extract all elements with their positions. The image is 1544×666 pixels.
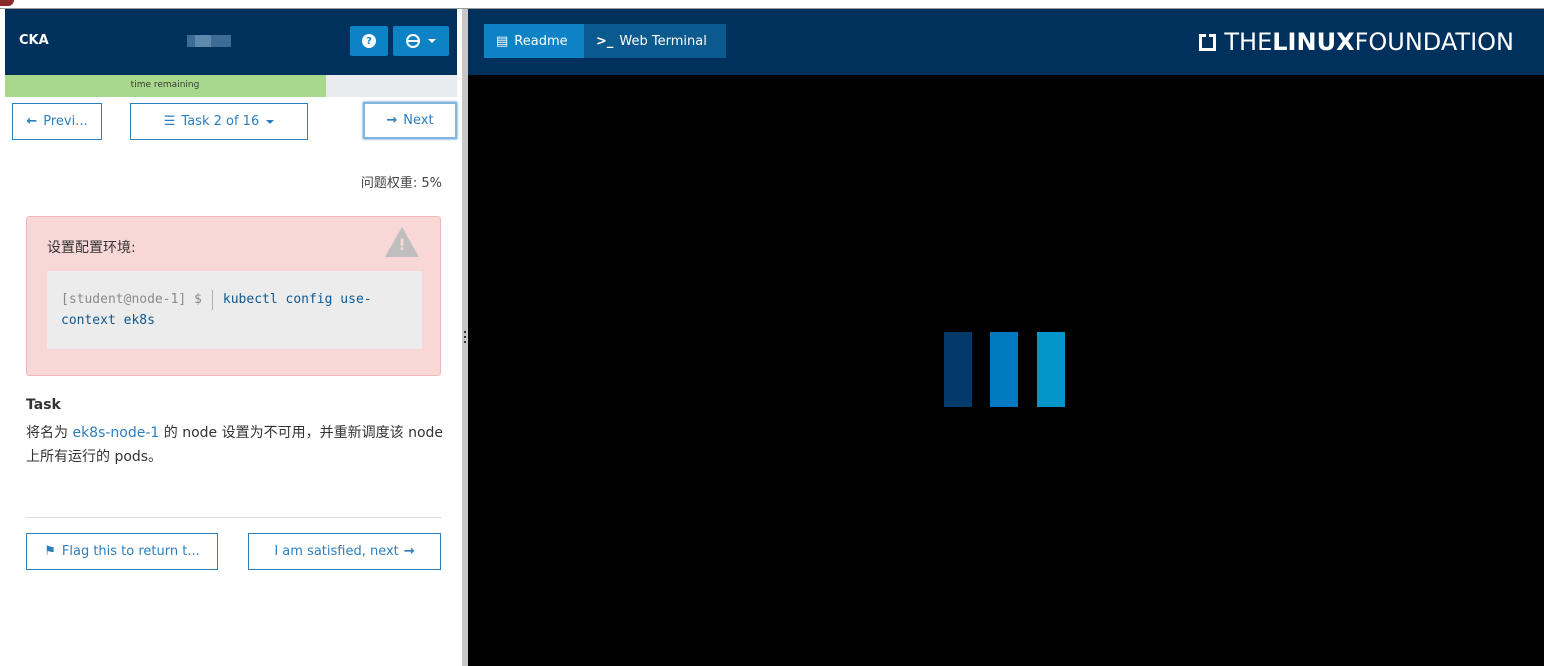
chevron-down-icon	[266, 119, 275, 124]
task-node-name: ek8s-node-1	[72, 425, 160, 441]
flag-label: Flag this to return t...	[61, 544, 200, 559]
satisfied-label: I am satisfied, next	[274, 544, 399, 559]
drag-handle-icon[interactable]	[464, 331, 466, 343]
tab-readme[interactable]: ▤ Readme	[484, 24, 584, 58]
readme-tab-label: Readme	[514, 33, 568, 49]
tab-web-terminal[interactable]: >_ Web Terminal	[584, 24, 726, 58]
task-heading: Task	[26, 397, 61, 413]
terminal-icon: >_	[596, 33, 614, 49]
browser-corner	[0, 0, 14, 6]
warning-icon-mark: !	[398, 235, 406, 254]
flag-icon: ⚑	[44, 544, 56, 559]
task-desc-prefix: 将名为	[26, 425, 68, 441]
task-description: 将名为 ek8s-node-1 的 node 设置为不可用，并重新调度该 nod…	[26, 421, 446, 469]
logo-foundation: FOUNDATION	[1354, 28, 1514, 56]
shell-prompt: [student@node-1] $	[61, 292, 202, 307]
time-remaining-label: time remaining	[130, 80, 200, 90]
terminal-header: ▤ Readme >_ Web Terminal THE LINUX FOUNDAT…	[468, 9, 1544, 75]
help-button[interactable]: ?	[350, 26, 388, 56]
globe-icon	[406, 34, 420, 48]
section-divider	[26, 517, 441, 518]
environment-alert: 设置配置环境: ! [student@node-1] $ kubectl conf…	[26, 216, 441, 376]
linux-foundation-logo: THE LINUX FOUNDATION	[1199, 28, 1514, 56]
question-panel: CKA ? time remaining ← Previ... ☰ Task 2 o…	[0, 9, 462, 666]
alert-title: 设置配置环境:	[47, 240, 136, 256]
exam-title: CKA	[19, 33, 49, 48]
arrow-left-icon: ←	[26, 114, 38, 129]
language-button[interactable]	[393, 26, 449, 56]
terminal-panel: ▤ Readme >_ Web Terminal THE LINUX FOUNDAT…	[468, 9, 1544, 666]
task-selector-dropdown[interactable]: ☰ Task 2 of 16	[130, 103, 308, 140]
task-selector-label: Task 2 of 16	[181, 114, 260, 129]
terminal-tab-label: Web Terminal	[619, 33, 707, 49]
previous-label: Previ...	[43, 114, 88, 129]
time-remaining-bar: time remaining	[5, 75, 457, 97]
loading-bar-3	[1037, 332, 1065, 407]
next-label: Next	[403, 113, 434, 128]
arrow-right-icon: →	[386, 113, 398, 128]
logo-linux: LINUX	[1272, 28, 1355, 56]
next-task-button[interactable]: → Next	[363, 102, 457, 139]
prompt-separator	[211, 289, 213, 310]
arrow-right-icon: →	[403, 544, 415, 559]
question-weight: 问题权重: 5%	[360, 176, 442, 191]
logo-mark-icon	[1199, 33, 1217, 51]
question-circle-icon: ?	[362, 34, 376, 48]
book-icon: ▤	[496, 33, 509, 49]
previous-task-button[interactable]: ← Previ...	[12, 103, 102, 140]
loading-bar-1	[944, 332, 972, 407]
command-block[interactable]: [student@node-1] $ kubectl config use-con…	[47, 271, 422, 349]
flag-task-button[interactable]: ⚑ Flag this to return t...	[26, 533, 218, 570]
loading-bar-2	[990, 332, 1018, 407]
user-name-redacted-shade	[195, 35, 211, 47]
satisfied-next-button[interactable]: I am satisfied, next →	[248, 533, 441, 570]
logo-the: THE	[1224, 28, 1273, 56]
chevron-down-icon	[428, 39, 436, 43]
browser-top-strip	[0, 0, 1544, 9]
list-icon: ☰	[163, 114, 176, 129]
exam-header: CKA ?	[5, 9, 457, 75]
